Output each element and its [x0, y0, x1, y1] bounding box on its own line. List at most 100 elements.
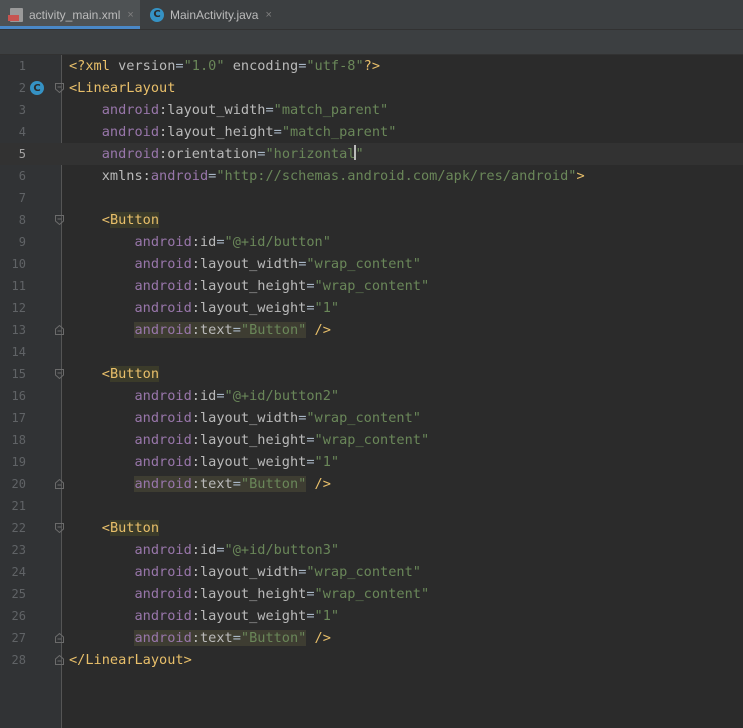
code-text[interactable]: android:layout_height="wrap_content"	[69, 583, 429, 605]
code-token: <?xml	[69, 58, 119, 74]
code-line[interactable]: 24 android:layout_width="wrap_content"	[0, 561, 743, 583]
code-line[interactable]: 23 android:id="@+id/button3"	[0, 539, 743, 561]
code-token: =	[232, 476, 241, 492]
code-text[interactable]: android:orientation="horizontal"	[69, 143, 364, 165]
code-token: =	[232, 630, 241, 646]
code-text[interactable]: android:layout_weight="1"	[69, 297, 339, 319]
code-token: android	[101, 124, 160, 140]
fold-open-icon[interactable]	[55, 523, 64, 533]
code-line[interactable]: 13 android:text="Button" />	[0, 319, 743, 341]
line-number: 12	[11, 301, 26, 315]
code-text[interactable]: android:layout_width="match_parent"	[69, 99, 388, 121]
code-token: xmlns:	[101, 168, 151, 184]
code-line[interactable]: 28 </LinearLayout>	[0, 649, 743, 671]
code-text[interactable]: android:text="Button" />	[69, 473, 331, 495]
code-text[interactable]: android:layout_height="wrap_content"	[69, 275, 429, 297]
code-text[interactable]: android:layout_height="wrap_content"	[69, 429, 429, 451]
code-line[interactable]: 20 android:text="Button" />	[0, 473, 743, 495]
code-line[interactable]: 6 xmlns:android="http://schemas.android.…	[0, 165, 743, 187]
fold-close-icon[interactable]	[55, 325, 64, 335]
code-line[interactable]: 9 android:id="@+id/button"	[0, 231, 743, 253]
code-text[interactable]: </LinearLayout>	[69, 649, 192, 671]
line-number: 18	[11, 433, 26, 447]
code-line[interactable]: 8 <Button	[0, 209, 743, 231]
code-line[interactable]: 7	[0, 187, 743, 209]
code-line[interactable]: 22 <Button	[0, 517, 743, 539]
fold-open-icon[interactable]	[55, 369, 64, 379]
code-line[interactable]: 10 android:layout_width="wrap_content"	[0, 253, 743, 275]
code-line[interactable]: 4 android:layout_height="match_parent"	[0, 121, 743, 143]
fold-open-icon[interactable]	[55, 215, 64, 225]
line-number: 25	[11, 587, 26, 601]
code-token: :layout_weight	[191, 608, 307, 624]
code-line[interactable]: 5 android:orientation="horizontal"	[0, 143, 743, 165]
code-line[interactable]: 27 android:text="Button" />	[0, 627, 743, 649]
code-text[interactable]: android:layout_width="wrap_content"	[69, 561, 420, 583]
code-text[interactable]: android:id="@+id/button"	[69, 231, 330, 253]
code-line[interactable]: 14	[0, 341, 743, 363]
xml-file-icon	[8, 7, 23, 22]
code-token: =	[273, 124, 282, 140]
code-line[interactable]: 15 <Button	[0, 363, 743, 385]
code-token: />	[306, 322, 331, 338]
code-line[interactable]: 21	[0, 495, 743, 517]
code-line[interactable]: 26 android:layout_weight="1"	[0, 605, 743, 627]
code-text[interactable]: <Button	[69, 363, 160, 385]
code-token: :id	[191, 234, 217, 250]
code-line[interactable]: 18 android:layout_height="wrap_content"	[0, 429, 743, 451]
code-text[interactable]: <Button	[69, 517, 160, 539]
code-token: "wrap_content"	[314, 432, 430, 448]
java-class-gutter-icon[interactable]: C	[30, 81, 44, 95]
code-line[interactable]: 19 android:layout_weight="1"	[0, 451, 743, 473]
code-token: :layout_height	[159, 124, 274, 140]
code-text[interactable]: <LinearLayout	[69, 77, 175, 99]
code-text[interactable]: android:layout_height="match_parent"	[69, 121, 397, 143]
code-line[interactable]: 17 android:layout_width="wrap_content"	[0, 407, 743, 429]
code-text[interactable]: android:layout_weight="1"	[69, 605, 339, 627]
fold-open-icon[interactable]	[55, 83, 64, 93]
line-number: 10	[11, 257, 26, 271]
close-icon[interactable]: ×	[265, 9, 271, 21]
close-icon[interactable]: ×	[127, 9, 133, 21]
code-token: "@+id/button3"	[224, 542, 340, 558]
code-text[interactable]: android:layout_weight="1"	[69, 451, 339, 473]
code-line[interactable]: 16 android:id="@+id/button2"	[0, 385, 743, 407]
code-line[interactable]: 12 android:layout_weight="1"	[0, 297, 743, 319]
code-line[interactable]: 11 android:layout_height="wrap_content"	[0, 275, 743, 297]
editor-breadcrumb-bar	[0, 30, 743, 55]
code-text[interactable]: android:layout_width="wrap_content"	[69, 407, 420, 429]
code-text[interactable]: android:id="@+id/button3"	[69, 539, 339, 561]
code-text[interactable]: <?xml version="1.0" encoding="utf-8"?>	[69, 55, 380, 77]
code-token: "1"	[314, 300, 340, 316]
code-text[interactable]: xmlns:android="http://schemas.android.co…	[69, 165, 585, 187]
code-text[interactable]: android:layout_width="wrap_content"	[69, 253, 420, 275]
code-token: android	[134, 630, 192, 646]
code-line[interactable]: 1 <?xml version="1.0" encoding="utf-8"?>	[0, 55, 743, 77]
code-token: android	[134, 388, 192, 404]
code-line[interactable]: 2 C <LinearLayout	[0, 77, 743, 99]
fold-close-icon[interactable]	[55, 655, 64, 665]
code-line[interactable]: 3 android:layout_width="match_parent"	[0, 99, 743, 121]
line-number: 16	[11, 389, 26, 403]
code-line[interactable]: 25 android:layout_height="wrap_content"	[0, 583, 743, 605]
tab-activity-main-xml[interactable]: activity_main.xml ×	[0, 0, 140, 29]
code-text[interactable]: android:text="Button" />	[69, 627, 331, 649]
code-token: :layout_height	[191, 586, 307, 602]
java-class-icon: C	[150, 7, 164, 22]
fold-close-icon[interactable]	[55, 633, 64, 643]
code-text[interactable]: android:text="Button" />	[69, 319, 331, 341]
code-token: "utf-8"	[306, 58, 364, 74]
code-text[interactable]: <Button	[69, 209, 160, 231]
code-token: "1.0"	[183, 58, 225, 74]
fold-close-icon[interactable]	[55, 479, 64, 489]
code-token: =	[306, 608, 315, 624]
code-token: =	[216, 234, 225, 250]
tab-mainactivity-java[interactable]: C MainActivity.java ×	[142, 0, 274, 29]
code-text[interactable]: android:id="@+id/button2"	[69, 385, 339, 407]
